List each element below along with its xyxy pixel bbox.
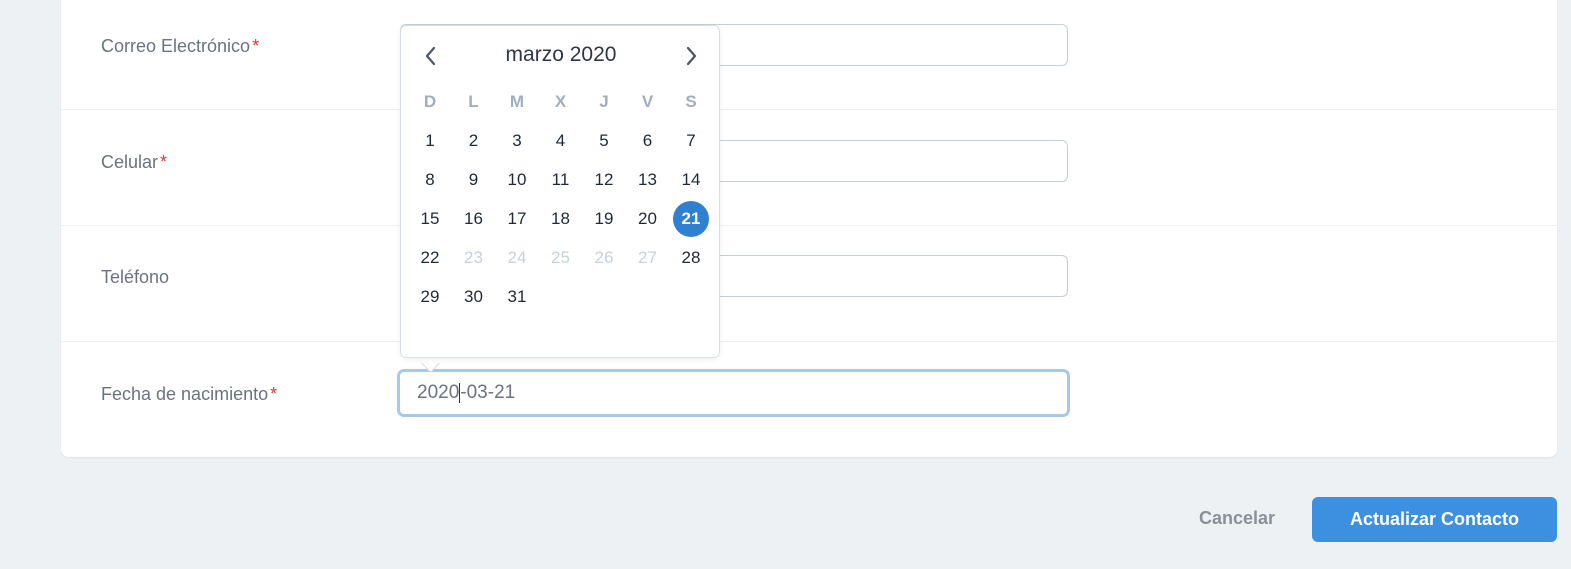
weekday-header: D [423, 92, 437, 111]
calendar-day[interactable]: 1 [412, 123, 448, 159]
calendar-day[interactable]: 28 [673, 240, 709, 276]
email-row: Correo Electrónico * [61, 0, 1557, 110]
calendar-day[interactable]: 17 [499, 201, 535, 237]
phone-label: Teléfono [101, 267, 169, 288]
birthdate-label-text: Fecha de nacimiento [101, 384, 269, 404]
calendar-day[interactable]: 20 [630, 201, 666, 237]
month-label: marzo 2020 [505, 43, 617, 66]
calendar-day[interactable]: 30 [456, 279, 492, 315]
required-mark: * [270, 384, 278, 404]
datepicker: marzo 2020 D L M X J V S 1 2 3 4 5 6 7 8 9 10 11 12 13 14 15 1… [400, 25, 720, 358]
calendar-day[interactable]: 10 [499, 162, 535, 198]
weekday-header: J [599, 92, 609, 111]
calendar-day[interactable]: 19 [586, 201, 622, 237]
calendar-day[interactable]: 15 [412, 201, 448, 237]
calendar-day-selected[interactable]: 21 [673, 201, 709, 237]
calendar-day[interactable]: 14 [673, 162, 709, 198]
calendar-day: 27 [638, 248, 657, 267]
birthdate-field[interactable]: 2020-03-21 [397, 369, 1070, 417]
calendar-day[interactable]: 3 [499, 123, 535, 159]
calendar-day[interactable]: 16 [456, 201, 492, 237]
calendar-day[interactable]: 6 [630, 123, 666, 159]
weekday-header: X [554, 92, 567, 111]
email-label-text: Correo Electrónico [101, 36, 251, 56]
mobile-label: Celular * [101, 152, 167, 173]
birthdate-value-year: 2020 [417, 382, 460, 403]
birthdate-value-rest: -03-21 [460, 382, 516, 403]
weekday-header: M [509, 92, 525, 111]
phone-row: Teléfono [61, 225, 1557, 342]
calendar-day[interactable]: 13 [630, 162, 666, 198]
calendar-day[interactable]: 12 [586, 162, 622, 198]
calendar-day[interactable]: 2 [456, 123, 492, 159]
weekday-header: S [685, 92, 697, 111]
email-label: Correo Electrónico * [101, 36, 259, 57]
calendar-day[interactable]: 5 [586, 123, 622, 159]
weekday-header: V [641, 92, 654, 111]
next-month-button[interactable] [680, 43, 702, 69]
calendar-day[interactable]: 11 [543, 162, 579, 198]
calendar-day: 23 [464, 248, 483, 267]
calendar-day[interactable]: 7 [673, 123, 709, 159]
calendar-day[interactable]: 8 [412, 162, 448, 198]
update-contact-button[interactable]: Actualizar Contacto [1312, 497, 1557, 542]
required-mark: * [252, 36, 260, 56]
calendar-day[interactable]: 9 [456, 162, 492, 198]
calendar-day: 25 [551, 248, 570, 267]
birthdate-label: Fecha de nacimiento * [101, 384, 277, 405]
weekday-header: L [468, 92, 479, 111]
calendar-day[interactable]: 29 [412, 279, 448, 315]
calendar-day[interactable]: 4 [543, 123, 579, 159]
page: Correo Electrónico * Celular * Teléfono Fe… [0, 0, 1571, 569]
calendar-day[interactable]: 18 [543, 201, 579, 237]
calendar-day[interactable]: 31 [499, 279, 535, 315]
required-mark: * [160, 152, 168, 172]
calendar-day: 24 [507, 248, 527, 267]
form-card: Correo Electrónico * Celular * Teléfono Fe… [61, 0, 1557, 457]
birthdate-row: Fecha de nacimiento * 2020-03-21 [61, 341, 1557, 457]
calendar-day: 26 [594, 248, 614, 267]
mobile-label-text: Celular [101, 152, 159, 172]
phone-label-text: Teléfono [101, 267, 170, 287]
calendar-day[interactable]: 22 [412, 240, 448, 276]
mobile-row: Celular * [61, 109, 1557, 226]
cancel-button[interactable]: Cancelar [1199, 508, 1275, 529]
chevron-right-icon [686, 46, 697, 66]
